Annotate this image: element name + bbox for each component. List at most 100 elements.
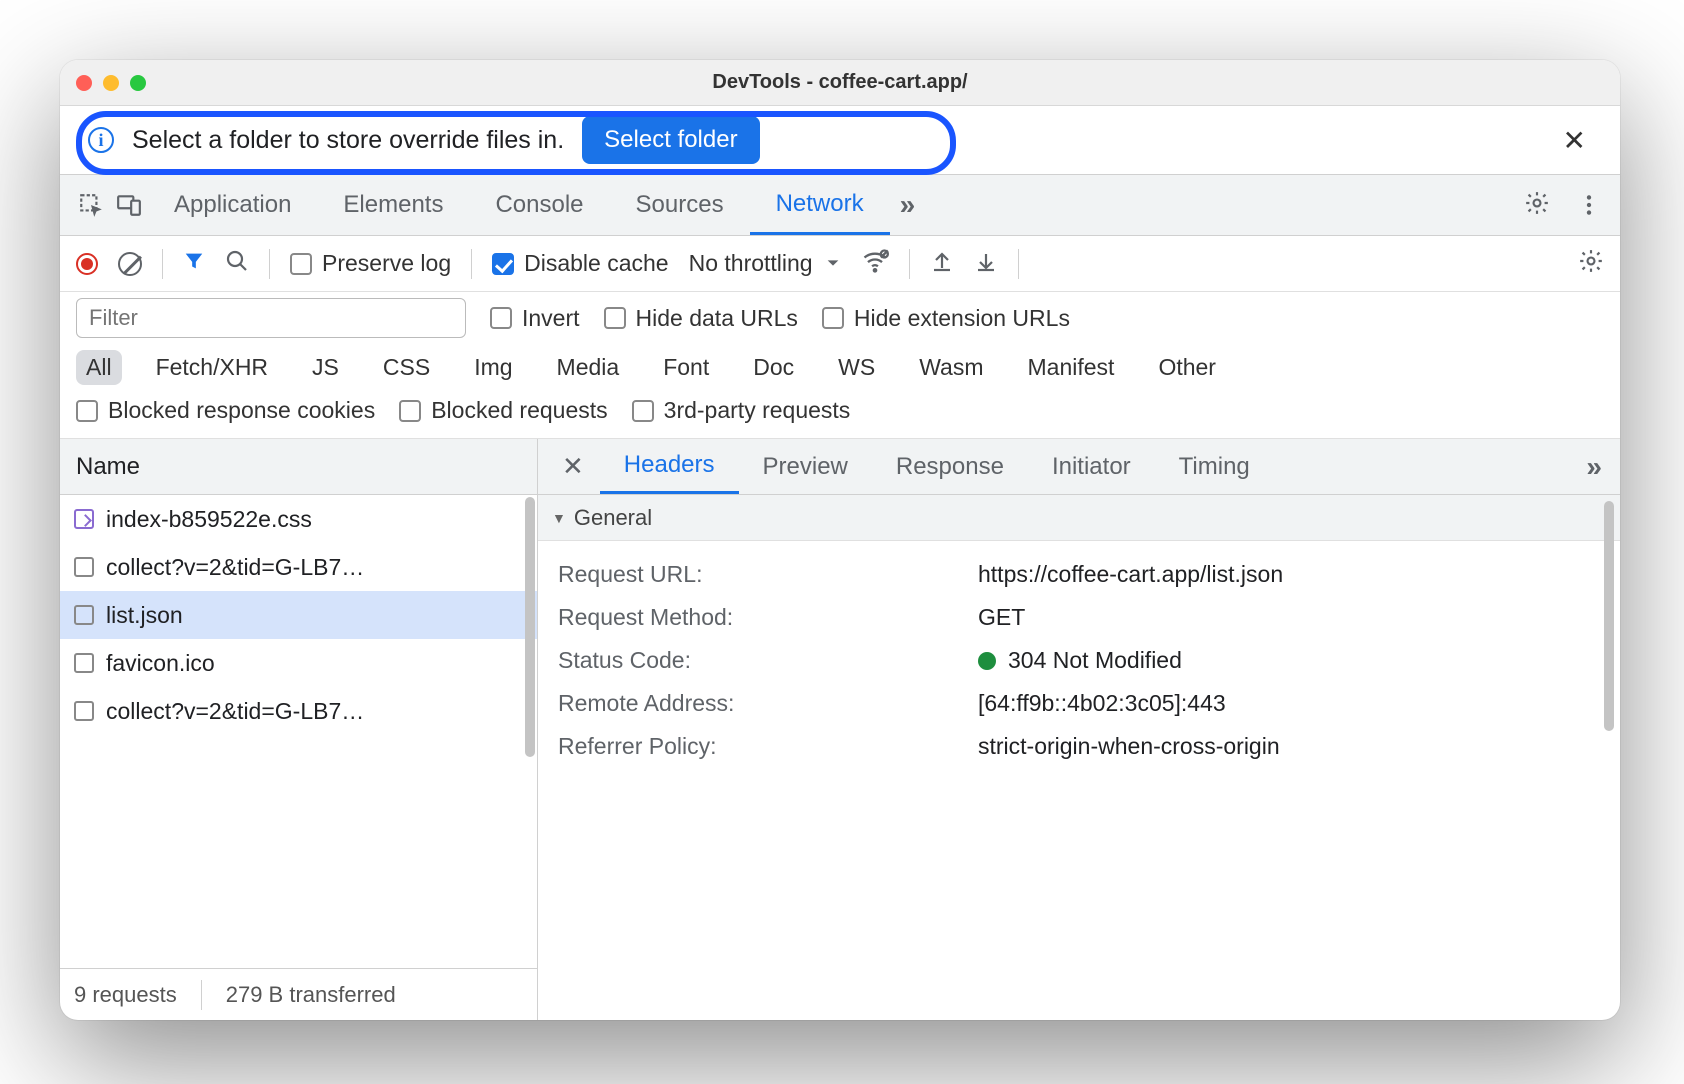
preserve-log-label: Preserve log — [322, 250, 451, 277]
chip-css[interactable]: CSS — [373, 350, 440, 385]
blocked-requests-checkbox[interactable]: Blocked requests — [399, 397, 607, 424]
detail-tab-timing[interactable]: Timing — [1155, 439, 1274, 494]
kv-value: 304 Not Modified — [978, 647, 1600, 674]
more-detail-tabs-icon[interactable]: » — [1576, 451, 1612, 483]
chip-ws[interactable]: WS — [828, 350, 885, 385]
extra-filters-row: Blocked response cookies Blocked request… — [60, 391, 1620, 439]
network-settings-icon[interactable] — [1578, 248, 1604, 280]
info-icon: i — [88, 127, 114, 153]
kv-row: Remote Address:[64:ff9b::4b02:3c05]:443 — [558, 682, 1600, 725]
select-folder-button[interactable]: Select folder — [582, 116, 759, 164]
clear-button[interactable] — [118, 252, 142, 276]
chip-fetchxhr[interactable]: Fetch/XHR — [146, 350, 278, 385]
request-name: list.json — [106, 602, 183, 629]
chip-doc[interactable]: Doc — [743, 350, 804, 385]
infobar-close-icon[interactable]: ✕ — [1563, 124, 1586, 157]
tab-elements[interactable]: Elements — [317, 175, 469, 235]
devtools-window: DevTools - coffee-cart.app/ i Select a f… — [60, 60, 1620, 1020]
filter-input[interactable] — [76, 298, 466, 338]
divider — [269, 249, 270, 279]
chip-all[interactable]: All — [76, 350, 122, 385]
kv-value: https://coffee-cart.app/list.json — [978, 561, 1600, 588]
preserve-log-checkbox[interactable]: Preserve log — [290, 250, 451, 277]
request-name: index-b859522e.css — [106, 506, 312, 533]
kv-key: Referrer Policy: — [558, 733, 978, 760]
more-tabs-icon[interactable]: » — [890, 189, 926, 221]
disable-cache-checkbox[interactable]: Disable cache — [492, 250, 668, 277]
request-list-panel: Name index-b859522e.css collect?v=2&tid=G… — [60, 439, 538, 1020]
scrollbar-thumb[interactable] — [1604, 501, 1614, 731]
device-toggle-icon[interactable] — [110, 192, 148, 218]
kv-value: strict-origin-when-cross-origin — [978, 733, 1600, 760]
window-minimize-button[interactable] — [103, 75, 119, 91]
chip-wasm[interactable]: Wasm — [909, 350, 993, 385]
document-icon — [74, 605, 94, 625]
scrollbar-thumb[interactable] — [525, 497, 535, 757]
kv-value-text: strict-origin-when-cross-origin — [978, 733, 1280, 760]
chip-img[interactable]: Img — [464, 350, 522, 385]
upload-har-icon[interactable] — [930, 249, 954, 279]
status-bar: 9 requests 279 B transferred — [60, 968, 537, 1020]
third-party-label: 3rd-party requests — [664, 397, 851, 424]
kv-key: Request Method: — [558, 604, 978, 631]
disclosure-triangle-icon: ▼ — [552, 510, 566, 526]
chip-other[interactable]: Other — [1148, 350, 1226, 385]
request-name: collect?v=2&tid=G-LB7… — [106, 554, 364, 581]
tab-application[interactable]: Application — [148, 175, 317, 235]
request-row[interactable]: index-b859522e.css — [60, 495, 537, 543]
chip-font[interactable]: Font — [653, 350, 719, 385]
window-maximize-button[interactable] — [130, 75, 146, 91]
kv-value: GET — [978, 604, 1600, 631]
network-conditions-icon[interactable] — [861, 247, 889, 281]
general-section-header[interactable]: ▼ General — [538, 495, 1620, 541]
chip-media[interactable]: Media — [547, 350, 630, 385]
blocked-cookies-label: Blocked response cookies — [108, 397, 375, 424]
hide-extension-urls-label: Hide extension URLs — [854, 305, 1070, 332]
request-row[interactable]: collect?v=2&tid=G-LB7… — [60, 687, 537, 735]
window-close-button[interactable] — [76, 75, 92, 91]
detail-tab-preview[interactable]: Preview — [739, 439, 872, 494]
request-row[interactable]: favicon.ico — [60, 639, 537, 687]
window-title: DevTools - coffee-cart.app/ — [60, 71, 1620, 94]
tab-network[interactable]: Network — [750, 175, 890, 235]
request-count: 9 requests — [74, 982, 177, 1008]
divider — [201, 980, 202, 1010]
detail-tab-headers[interactable]: Headers — [600, 439, 739, 494]
blocked-cookies-checkbox[interactable]: Blocked response cookies — [76, 397, 375, 424]
traffic-lights — [76, 75, 146, 91]
inspect-icon[interactable] — [72, 192, 110, 218]
tab-console[interactable]: Console — [469, 175, 609, 235]
chip-js[interactable]: JS — [302, 350, 349, 385]
filter-icon[interactable] — [183, 250, 205, 278]
invert-checkbox[interactable]: Invert — [490, 305, 580, 332]
record-button[interactable] — [76, 253, 98, 275]
request-row[interactable]: collect?v=2&tid=G-LB7… — [60, 543, 537, 591]
kv-value-text: 304 Not Modified — [1008, 647, 1182, 674]
checkbox-icon — [76, 400, 98, 422]
general-kv-list: Request URL:https://coffee-cart.app/list… — [538, 541, 1620, 780]
hide-data-urls-label: Hide data URLs — [636, 305, 798, 332]
document-icon — [74, 653, 94, 673]
throttling-dropdown[interactable]: No throttling — [689, 250, 841, 277]
hide-data-urls-checkbox[interactable]: Hide data URLs — [604, 305, 798, 332]
network-split: Name index-b859522e.css collect?v=2&tid=G… — [60, 439, 1620, 1020]
hide-extension-urls-checkbox[interactable]: Hide extension URLs — [822, 305, 1070, 332]
tab-sources[interactable]: Sources — [610, 175, 750, 235]
request-list-header[interactable]: Name — [60, 439, 537, 495]
titlebar: DevTools - coffee-cart.app/ — [60, 60, 1620, 106]
kebab-menu-icon[interactable] — [1570, 192, 1608, 218]
third-party-checkbox[interactable]: 3rd-party requests — [632, 397, 851, 424]
request-name: favicon.ico — [106, 650, 215, 677]
download-har-icon[interactable] — [974, 249, 998, 279]
request-row[interactable]: list.json — [60, 591, 537, 639]
kv-value: [64:ff9b::4b02:3c05]:443 — [978, 690, 1600, 717]
detail-tab-initiator[interactable]: Initiator — [1028, 439, 1155, 494]
disable-cache-label: Disable cache — [524, 250, 668, 277]
detail-tab-response[interactable]: Response — [872, 439, 1028, 494]
settings-icon[interactable] — [1524, 190, 1550, 221]
kv-key: Remote Address: — [558, 690, 978, 717]
chip-manifest[interactable]: Manifest — [1018, 350, 1125, 385]
search-icon[interactable] — [225, 249, 249, 279]
request-type-chips: All Fetch/XHR JS CSS Img Media Font Doc WS Wasm Ma… — [60, 344, 1620, 391]
close-detail-icon[interactable]: ✕ — [546, 451, 600, 482]
